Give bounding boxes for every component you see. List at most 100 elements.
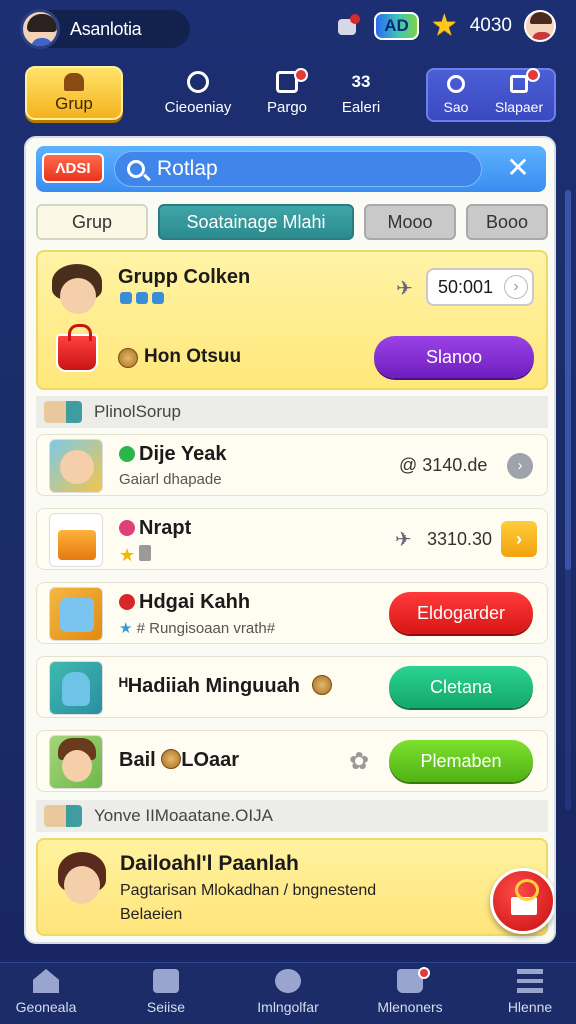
list-item-title-text: Bail: [119, 749, 156, 771]
camera-icon: [447, 75, 465, 93]
close-button[interactable]: ✕: [504, 154, 532, 182]
nav-ealeri[interactable]: 33 Ealeri: [334, 66, 388, 120]
basket-icon: [56, 324, 98, 372]
search-icon: [127, 160, 145, 178]
list-item-value: 3310.30: [427, 529, 493, 549]
promo-description: Pagtarisan Mlokadhan / bngnestend: [120, 882, 377, 899]
section-badge-icon: [44, 805, 82, 827]
username: Asanlotia: [70, 18, 142, 39]
list-item-action-button[interactable]: Cletana: [389, 666, 533, 708]
coin-icon: [118, 348, 138, 368]
tab-grup[interactable]: Grup: [36, 204, 148, 240]
bottom-nav-geoneala[interactable]: Geoneala: [0, 969, 96, 1023]
star-icon: ★: [119, 545, 136, 565]
section-label: Yonve IIMoaatane.OIJA: [94, 806, 273, 825]
coin-icon: [161, 749, 182, 769]
nav-sao[interactable]: Sao: [436, 70, 476, 120]
search-box[interactable]: [114, 151, 482, 187]
list-item[interactable]: Nrapt ★ ✈ 3310.30 ›: [36, 508, 548, 570]
top-status-bar: Asanlotia AD ★ 4030: [0, 0, 576, 58]
featured-title: Grupp Colken: [118, 266, 251, 288]
scrollbar[interactable]: [565, 190, 571, 810]
mini-icon: [152, 292, 164, 304]
featured-mini-icons: [120, 292, 164, 304]
chevron-right-icon[interactable]: ›: [507, 453, 533, 479]
bottom-nav-label: Seiise: [146, 999, 186, 1015]
menu-icon: [517, 969, 543, 993]
bottom-nav-seiise[interactable]: Seiise: [116, 969, 216, 1023]
chat-icon: [153, 969, 179, 993]
list-item[interactable]: Hdgai Kahh ★ # Rungisoaan vrath# Eldogar…: [36, 582, 548, 644]
nav-slapaer[interactable]: Slapaer: [486, 68, 552, 120]
plane-icon: ✈: [395, 529, 412, 551]
list-item-title-text: Hdgai Kahh: [139, 591, 251, 613]
gift-button[interactable]: [490, 868, 554, 934]
list-item-subtitle: ★ # Rungisoaan vrath#: [119, 619, 275, 637]
section-label: PlinolSorup: [94, 402, 181, 421]
trash-icon: [139, 545, 152, 561]
nav-grup-label: Grup: [55, 93, 93, 113]
list-item-title: Hdgai Kahh: [119, 591, 250, 614]
featured-counter[interactable]: 50:001 ›: [426, 268, 534, 306]
list-item-title-suffix: LOaar: [181, 749, 240, 771]
main-panel: ΛDSI ✕ Grup Soatainage Mlahi Mooo Booo G…: [24, 136, 556, 944]
gift-box-icon: [58, 530, 96, 560]
bottom-nav-label: Hlenne: [507, 999, 553, 1015]
tab-mooo[interactable]: Mooo: [364, 204, 456, 240]
notification-dot: [294, 68, 308, 82]
bottom-nav-label: Geoneala: [15, 999, 77, 1015]
chevron-right-icon[interactable]: ›: [501, 521, 537, 557]
puzzle-piece-icon: [60, 598, 94, 632]
list-item[interactable]: ᴴHadiiah Minguuah Cletana: [36, 656, 548, 718]
top-nav: Grup Cieoeniay Pargo 33 Ealeri Sao Slapa…: [0, 64, 576, 124]
list-item[interactable]: Dije Yeak Gaiarl dhapade @ 3140.de ›: [36, 434, 548, 496]
thumb-face: [62, 750, 92, 782]
user-profile-pill[interactable]: Asanlotia: [20, 9, 190, 49]
nav-label: Pargo: [266, 98, 308, 116]
nav-grup[interactable]: Grup: [25, 66, 123, 120]
bottom-nav: Geoneala Seiise Imlngolfar Mlenoners Hle…: [0, 962, 576, 1024]
mail-icon: [510, 75, 528, 93]
puzzle-icon[interactable]: [336, 13, 362, 39]
coin-icon: [311, 675, 332, 695]
tab-soatainage[interactable]: Soatainage Mlahi: [158, 204, 354, 240]
tab-booo[interactable]: Booo: [466, 204, 548, 240]
section-badge-icon: [44, 401, 82, 423]
bottom-nav-imlngolfar[interactable]: Imlngolfar: [238, 969, 338, 1023]
ad-badge[interactable]: AD: [374, 12, 419, 40]
coin-count: 4030: [469, 15, 512, 36]
counter-value: 50:001: [438, 276, 494, 297]
promo-character-avatar: [56, 852, 108, 914]
promo-card[interactable]: Dailoahl'l Paanlah Pagtarisan Mlokadhan …: [36, 838, 554, 936]
list-item-action-button[interactable]: Plemaben: [389, 740, 533, 782]
house-icon: [64, 72, 84, 91]
avatar-face: [60, 278, 96, 314]
promo-description-2: Belaeien: [120, 906, 183, 923]
bottom-nav-mlenoners[interactable]: Mlenoners: [360, 967, 460, 1023]
notification-dot: [418, 967, 430, 979]
star-icon: ★: [119, 620, 133, 637]
notification-dot: [526, 68, 540, 82]
featured-action-button[interactable]: Slanoo: [374, 336, 534, 378]
list-item-action-button[interactable]: Eldogarder: [389, 592, 533, 634]
item-thumbnail: [49, 513, 103, 567]
gamepad-icon: [275, 969, 301, 993]
list-item-title: ᴴHadiiah Minguuah: [119, 675, 332, 698]
number-icon: 33: [351, 71, 371, 91]
nav-cieoeniay[interactable]: Cieoeniay: [160, 66, 236, 120]
nav-pargo[interactable]: Pargo: [256, 66, 318, 120]
nav-right-group: Sao Slapaer: [426, 68, 556, 122]
item-thumbnail: [49, 439, 103, 493]
section-header: PlinolSorup: [36, 396, 548, 428]
home-icon: [33, 969, 59, 993]
list-item-subtitle-text: # Rungisoaan vrath#: [136, 620, 276, 637]
list-item[interactable]: Bail LOaar ✿ Plemaben: [36, 730, 548, 792]
mini-icon: [120, 292, 132, 304]
profile-icon[interactable]: [524, 10, 556, 42]
bottom-nav-hlenne[interactable]: Hlenne: [480, 969, 576, 1023]
chevron-right-icon[interactable]: ›: [504, 275, 528, 299]
search-input[interactable]: [157, 157, 457, 181]
globe-icon: [187, 70, 209, 93]
avatar-face: [64, 866, 100, 904]
brand-badge[interactable]: ΛDSI: [42, 153, 104, 183]
